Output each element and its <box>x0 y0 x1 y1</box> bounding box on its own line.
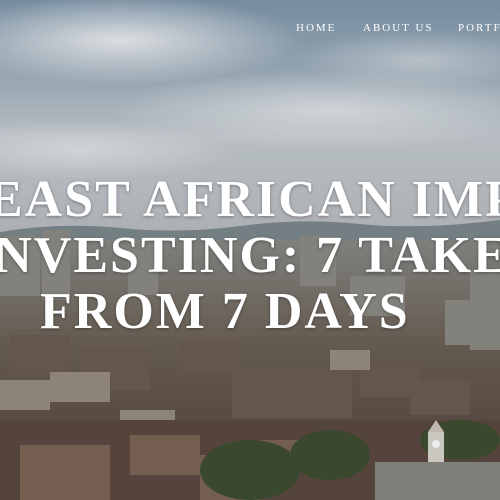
nav-portfolio-link[interactable]: PORTFOLIO <box>458 22 500 34</box>
nav-about-us-link[interactable]: ABOUT US <box>363 22 434 34</box>
page-title-line-2: INVESTING: 7 TAKEAWAYS <box>0 227 500 284</box>
hero-banner: HOME ABOUT US PORTFOLIO EAST AFRICAN IMP… <box>0 0 500 500</box>
page-title: EAST AFRICAN IMPACT INVESTING: 7 TAKEAWA… <box>0 170 500 340</box>
page-title-line-3: FROM 7 DAYS <box>40 283 410 340</box>
nav-home-link[interactable]: HOME <box>296 22 336 34</box>
top-nav: HOME ABOUT US PORTFOLIO <box>0 22 500 38</box>
page-title-line-1: EAST AFRICAN IMPACT <box>0 171 500 228</box>
